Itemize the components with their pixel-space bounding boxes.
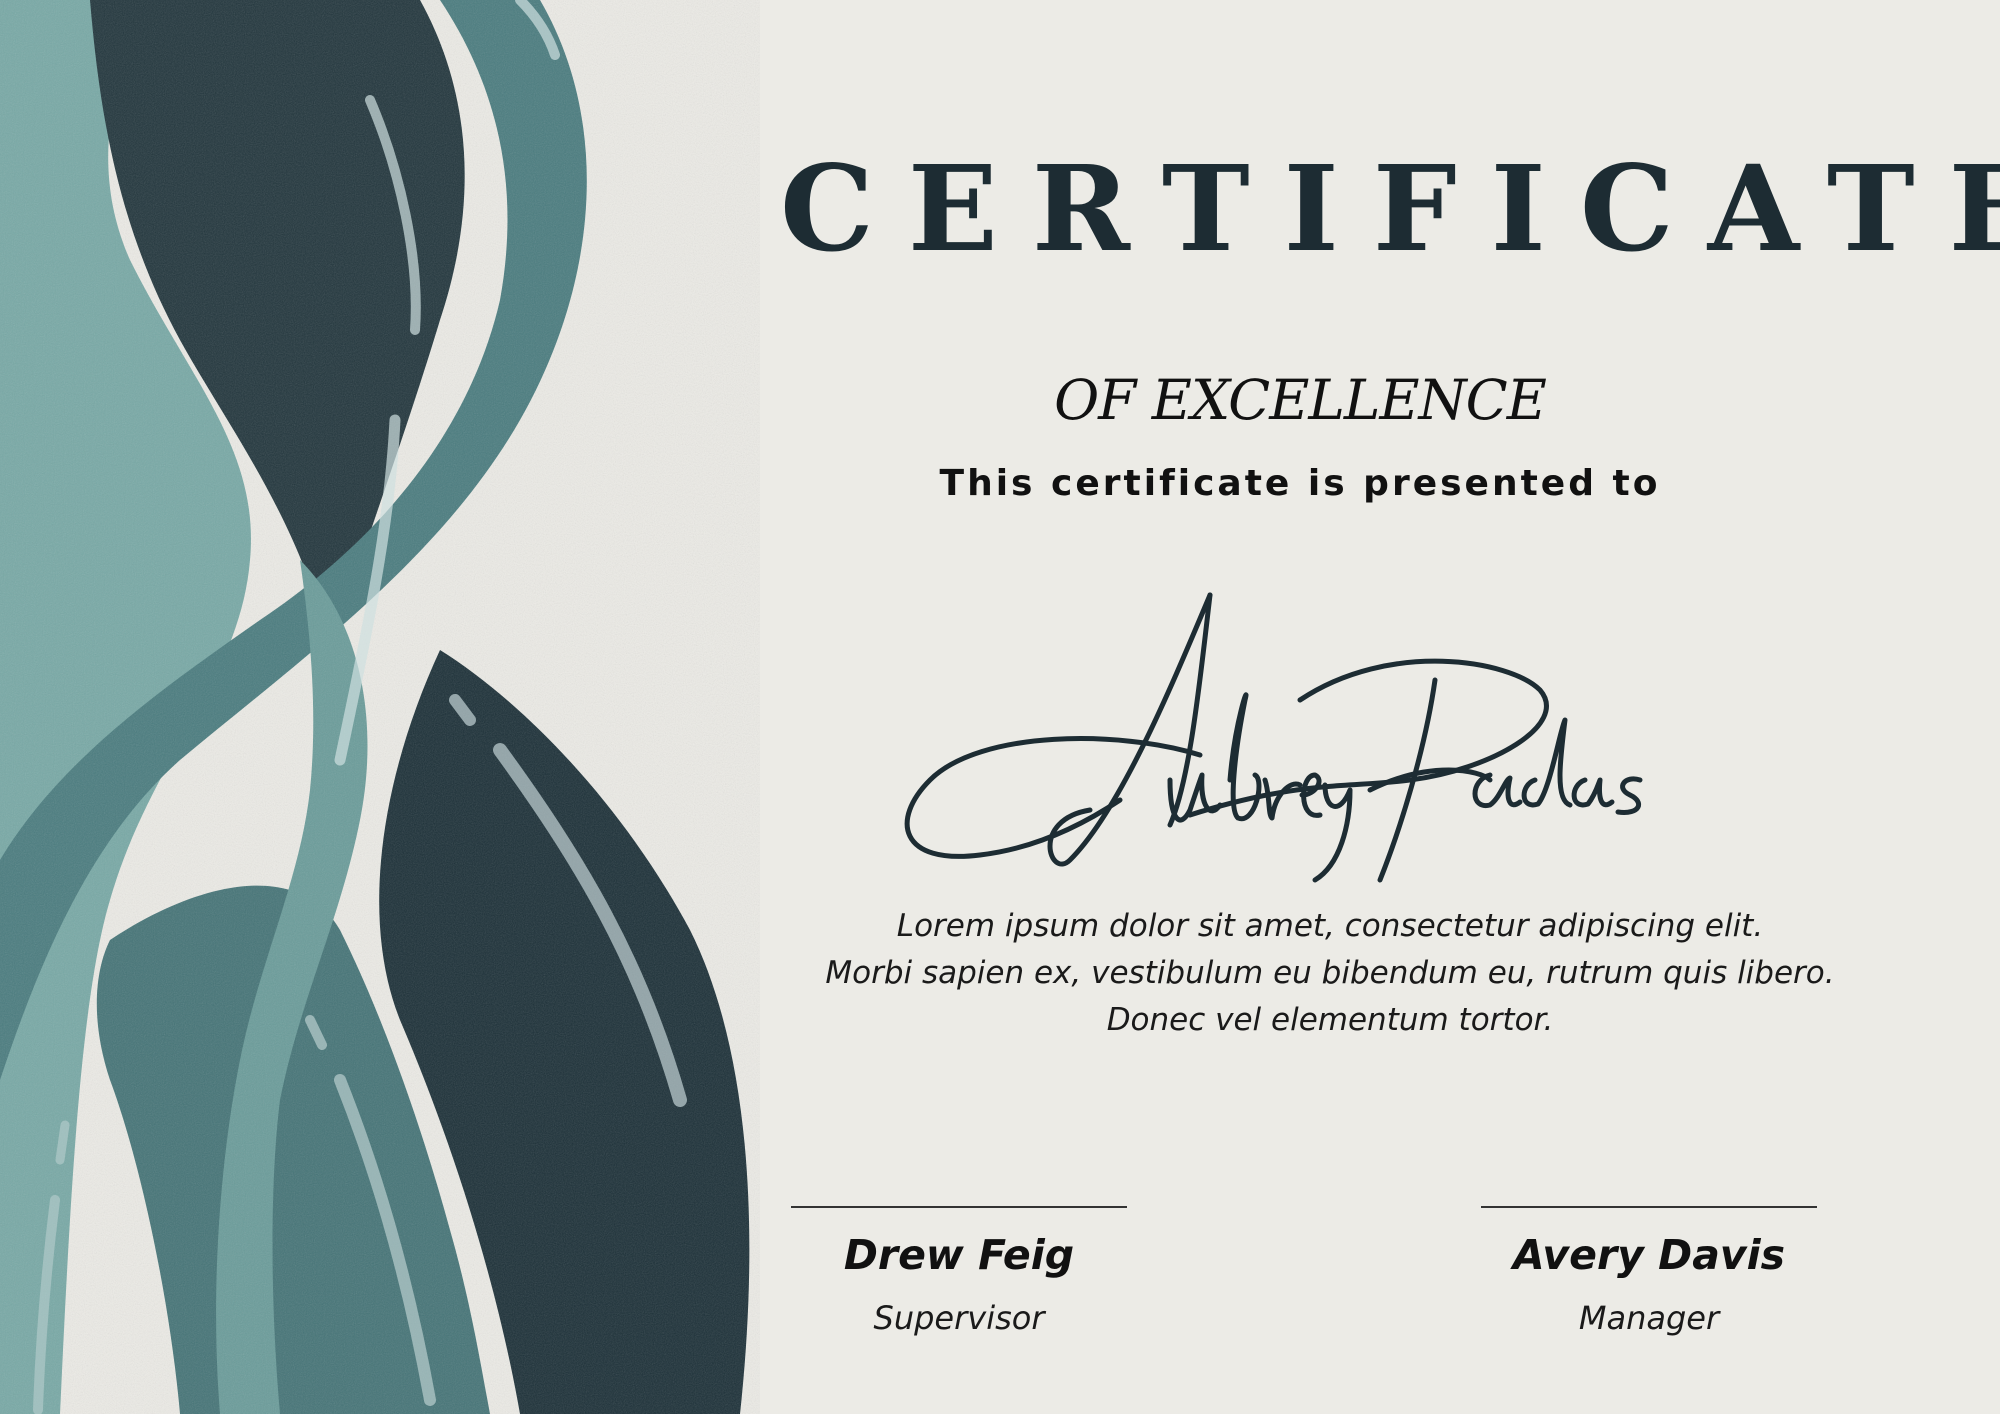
certificate-subtitle: OF EXCELLENCE [1054, 368, 1547, 432]
signature-line [791, 1206, 1127, 1208]
recipient-signature [904, 592, 1643, 883]
signatory-name: Avery Davis [1512, 1231, 1786, 1279]
wave-artwork [0, 0, 760, 1414]
certificate-title: CERTIFICATE [780, 139, 2000, 278]
certificate-description: Lorem ipsum dolor sit amet, consectetur … [780, 903, 1880, 1044]
presented-to-text: This certificate is presented to [939, 463, 1661, 504]
signatory-role: Supervisor [873, 1299, 1045, 1337]
description-line: Morbi sapien ex, vestibulum eu bibendum … [825, 955, 1835, 991]
description-line: Donec vel elementum tortor. [1106, 1002, 1554, 1038]
signature-line [1481, 1206, 1817, 1208]
description-line: Lorem ipsum dolor sit amet, consectetur … [896, 908, 1764, 944]
signatory-name: Drew Feig [843, 1231, 1075, 1279]
signatory-role: Manager [1578, 1299, 1720, 1337]
highlight-stroke [55, 1120, 70, 1165]
